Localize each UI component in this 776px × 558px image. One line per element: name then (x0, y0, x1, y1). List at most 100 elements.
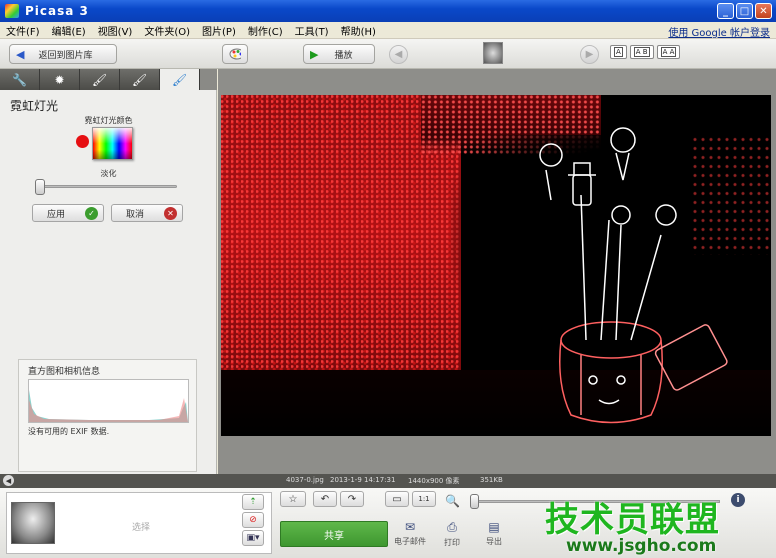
palette-icon (229, 48, 241, 60)
next-photo-button[interactable]: ▶ (580, 45, 599, 64)
histogram-red-curve (29, 398, 188, 422)
apply-button[interactable]: 应用 ✓ (32, 204, 104, 222)
histogram-title: 直方图和相机信息 (28, 367, 101, 377)
menu-folder[interactable]: 文件夹(O) (138, 23, 196, 38)
printer-icon: ⎙ (447, 520, 457, 534)
tab-basic-fixes[interactable]: 🔧 (0, 69, 40, 90)
maximize-icon[interactable]: □ (736, 3, 753, 19)
fade-slider-track[interactable] (37, 185, 177, 188)
exif-info: 没有可用的 EXIF 数据. (28, 427, 110, 436)
view-compare-button[interactable]: A B (629, 45, 654, 59)
album-icon: ▣▾ (246, 533, 260, 543)
email-label: 电子邮件 (394, 537, 426, 546)
back-to-library-button[interactable]: ◀ 返回到图片库 (9, 44, 117, 64)
picasa-app-icon (5, 4, 19, 18)
rotate-left-button[interactable]: ↶ (313, 491, 337, 507)
histogram-cyan-curve (29, 390, 188, 422)
window-controls: _ □ ✕ (717, 3, 772, 19)
arrow-left-icon: ◀ (394, 49, 403, 60)
cancel-button[interactable]: 取消 ✕ (111, 204, 183, 222)
play-icon: ▶ (310, 47, 319, 61)
minimize-icon[interactable]: _ (717, 3, 734, 19)
email-button[interactable]: ✉ 电子邮件 (390, 520, 430, 547)
tray-select-label: 选择 (132, 523, 151, 533)
info-filename: 4037-0.jpg (286, 476, 324, 484)
photo-info-bar: ◀ 4037-0.jpg 2013-1-9 14:17:31 1440x900 … (0, 474, 776, 488)
cancel-label: 取消 (126, 209, 145, 220)
google-signin-link[interactable]: 使用 Google 帐户登录 (668, 24, 770, 39)
collapse-panel-icon[interactable]: ◀ (3, 475, 14, 486)
menu-edit[interactable]: 编辑(E) (46, 23, 92, 38)
zoom-slider-handle[interactable] (470, 494, 479, 509)
tab-effects-2[interactable]: 🖌 (120, 69, 160, 90)
effect-title: 霓虹灯光 (10, 99, 59, 113)
neon-pencil-cup-art (539, 127, 728, 424)
wrench-icon: 🔧 (12, 72, 27, 87)
export-folder-icon: ▤ (488, 520, 500, 534)
info-icon[interactable]: i (731, 493, 745, 507)
menu-picture[interactable]: 图片(P) (196, 23, 242, 38)
print-label: 打印 (444, 538, 460, 547)
rotate-right-button[interactable]: ↷ (340, 491, 364, 507)
tab-effects[interactable]: 🖌 (80, 69, 120, 90)
info-dimensions: 1440x900 像素 (408, 477, 460, 485)
sun-icon: ✹ (54, 72, 65, 87)
share-label: 共享 (324, 530, 344, 542)
fade-slider-handle[interactable] (35, 179, 45, 195)
watermark-logo: 技术员联盟 (545, 500, 720, 540)
view-single-button[interactable]: A (610, 45, 627, 59)
selected-color-indicator (76, 135, 89, 148)
export-button[interactable]: ▤ 导出 (474, 520, 514, 547)
clear-circle-icon: ⊘ (249, 515, 257, 525)
rotate-right-icon: ↷ (347, 493, 357, 505)
menu-create[interactable]: 制作(C) (242, 23, 289, 38)
fit-screen-button[interactable]: ▭ (385, 491, 409, 507)
print-button[interactable]: ⎙ 打印 (432, 520, 472, 548)
fade-label: 淡化 (100, 169, 117, 178)
view-multi-button[interactable]: A A (656, 45, 681, 59)
export-label: 导出 (486, 537, 502, 546)
back-to-library-label: 返回到图片库 (38, 50, 93, 61)
info-filesize: 351KB (480, 476, 503, 484)
fit-screen-icon: ▭ (392, 493, 402, 505)
view-mode-buttons: A A B A A (610, 45, 681, 59)
clear-button[interactable]: ⊘ (242, 512, 264, 528)
hold-button[interactable]: ⇡ (242, 494, 264, 510)
play-slideshow-button[interactable]: ▶ 播放 (303, 44, 375, 64)
histogram-chart (28, 379, 189, 423)
palette-button[interactable] (222, 44, 248, 64)
email-icon: ✉ (404, 520, 416, 534)
x-circle-icon: ✕ (164, 207, 177, 220)
previous-photo-button[interactable]: ◀ (389, 45, 408, 64)
info-datetime: 2013-1-9 14:17:31 (330, 476, 396, 484)
star-icon: ☆ (288, 493, 298, 505)
photo-tray: 选择 (6, 492, 272, 554)
tray-thumbnail[interactable] (11, 502, 55, 544)
title-bar: Picasa 3 _ □ ✕ (0, 0, 776, 22)
close-icon[interactable]: ✕ (755, 3, 772, 19)
current-photo-thumbnail[interactable] (483, 42, 503, 64)
zoom-icon: 🔍 (445, 494, 460, 508)
edit-panel: 🔧 ✹ 🖌 🖌 🖌 霓虹灯光 霓虹灯光颜色 淡化 应用 ✓ 取消 ✕ 直方图和相… (0, 69, 217, 474)
menu-view[interactable]: 视图(V) (92, 23, 139, 38)
play-label: 播放 (334, 50, 353, 61)
tab-tuning[interactable]: ✹ (40, 69, 80, 90)
menu-file[interactable]: 文件(F) (0, 23, 46, 38)
menu-tools[interactable]: 工具(T) (289, 23, 335, 38)
tab-effects-3[interactable]: 🖌 (160, 69, 200, 90)
color-picker[interactable] (92, 127, 133, 160)
star-button[interactable]: ☆ (280, 491, 306, 507)
rotate-left-icon: ↶ (320, 493, 330, 505)
share-button[interactable]: 共享 (280, 521, 388, 547)
apply-label: 应用 (47, 209, 66, 220)
pin-icon: ⇡ (249, 497, 257, 507)
actual-size-button[interactable]: 1:1 (412, 491, 436, 507)
histogram-panel: 直方图和相机信息 没有可用的 EXIF 数据. (18, 359, 197, 472)
edited-photo[interactable] (221, 95, 771, 436)
brush-icon: 🖌 (91, 72, 108, 87)
paint-brush-green-icon: 🖌 (131, 72, 148, 87)
add-to-album-button[interactable]: ▣▾ (242, 530, 264, 546)
checkmark-icon: ✓ (85, 207, 98, 220)
watermark-url: www.jsgho.com (566, 536, 717, 556)
menu-help[interactable]: 帮助(H) (335, 23, 382, 38)
